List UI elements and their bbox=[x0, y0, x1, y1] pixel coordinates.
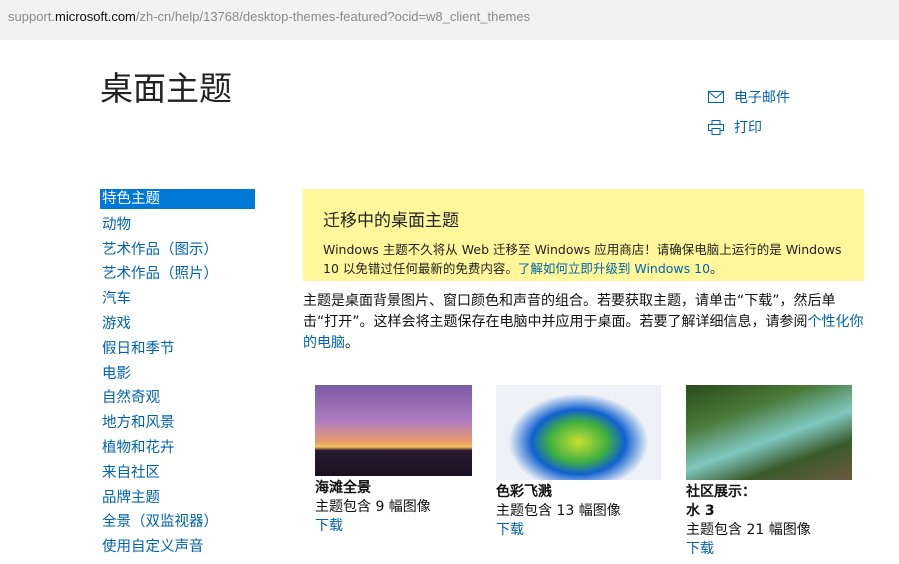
print-link[interactable]: 打印 bbox=[708, 112, 790, 142]
sidebar-item-panoramic[interactable]: 全景（双监视器） bbox=[100, 511, 255, 536]
sidebar-item-art-photographic[interactable]: 艺术作品（照片） bbox=[100, 263, 255, 288]
upgrade-link[interactable]: 了解如何立即升级到 Windows 10 bbox=[518, 261, 710, 276]
theme-count: 主题包含 9 幅图像 bbox=[315, 499, 431, 515]
sidebar-item-featured[interactable]: 特色主题 bbox=[100, 189, 255, 209]
sidebar-item-community[interactable]: 来自社区 bbox=[100, 462, 255, 487]
theme-card: 色彩飞溅 主题包含 13 幅图像 下载 bbox=[496, 385, 661, 540]
sidebar-item-games[interactable]: 游戏 bbox=[100, 313, 255, 338]
envelope-icon bbox=[708, 91, 724, 103]
download-link[interactable]: 下载 bbox=[496, 522, 524, 538]
theme-card: 海滩全景 主题包含 9 幅图像 下载 bbox=[315, 385, 472, 536]
sidebar-item-holidays[interactable]: 假日和季节 bbox=[100, 338, 255, 363]
sidebar-item-movies[interactable]: 电影 bbox=[100, 363, 255, 388]
theme-thumbnail-beach[interactable] bbox=[315, 385, 472, 476]
email-label: 电子邮件 bbox=[734, 90, 790, 106]
intro-end: 。 bbox=[345, 335, 359, 351]
sidebar-item-natural-wonders[interactable]: 自然奇观 bbox=[100, 387, 255, 412]
url-path: /zh-cn/help/13768/desktop-themes-feature… bbox=[135, 9, 531, 24]
sidebar-item-automotive[interactable]: 汽车 bbox=[100, 288, 255, 313]
intro-paragraph: 主题是桌面背景图片、窗口颜色和声音的组合。若要获取主题，请单击“下载”，然后单击… bbox=[303, 291, 868, 354]
theme-count: 主题包含 13 幅图像 bbox=[496, 503, 621, 519]
theme-name: 海滩全景 bbox=[315, 480, 371, 496]
theme-name: 社区展示： bbox=[686, 484, 756, 500]
download-link[interactable]: 下载 bbox=[686, 541, 714, 557]
url-host: microsoft.com bbox=[54, 9, 136, 24]
sidebar-item-art-illustrative[interactable]: 艺术作品（图示） bbox=[100, 239, 255, 264]
theme-count: 主题包含 21 幅图像 bbox=[686, 522, 811, 538]
sidebar-item-branded[interactable]: 品牌主题 bbox=[100, 487, 255, 512]
email-link[interactable]: 电子邮件 bbox=[708, 82, 790, 112]
printer-icon bbox=[708, 119, 724, 135]
theme-thumbnail-water[interactable] bbox=[686, 385, 852, 480]
print-label: 打印 bbox=[734, 120, 762, 136]
sidebar-item-custom-sounds[interactable]: 使用自定义声音 bbox=[100, 536, 255, 561]
theme-thumbnail-splash[interactable] bbox=[496, 385, 661, 480]
address-bar[interactable]: support.microsoft.com/zh-cn/help/13768/d… bbox=[0, 0, 899, 40]
sidebar-item-places[interactable]: 地方和风景 bbox=[100, 412, 255, 437]
theme-name: 色彩飞溅 bbox=[496, 484, 552, 500]
theme-card: 社区展示： 水 3 主题包含 21 幅图像 下载 bbox=[686, 385, 852, 559]
migration-notice: 迁移中的桌面主题 Windows 主题不久将从 Web 迁移至 Windows … bbox=[303, 189, 864, 281]
sidebar-item-plants[interactable]: 植物和花卉 bbox=[100, 437, 255, 462]
notice-text: Windows 主题不久将从 Web 迁移至 Windows 应用商店！请确保电… bbox=[323, 240, 844, 278]
theme-name-line2: 水 3 bbox=[686, 503, 715, 519]
notice-title: 迁移中的桌面主题 bbox=[323, 211, 459, 231]
intro-text: 主题是桌面背景图片、窗口颜色和声音的组合。若要获取主题，请单击“下载”，然后单击… bbox=[303, 293, 836, 330]
page-actions: 电子邮件 打印 bbox=[708, 82, 790, 142]
url-prefix: support. bbox=[8, 9, 55, 24]
category-sidebar: 特色主题 动物 艺术作品（图示） 艺术作品（照片） 汽车 游戏 假日和季节 电影… bbox=[100, 189, 255, 561]
download-link[interactable]: 下载 bbox=[315, 518, 343, 534]
notice-end: 。 bbox=[710, 261, 723, 276]
sidebar-item-animals[interactable]: 动物 bbox=[100, 214, 255, 239]
page-title: 桌面主题 bbox=[100, 69, 232, 108]
